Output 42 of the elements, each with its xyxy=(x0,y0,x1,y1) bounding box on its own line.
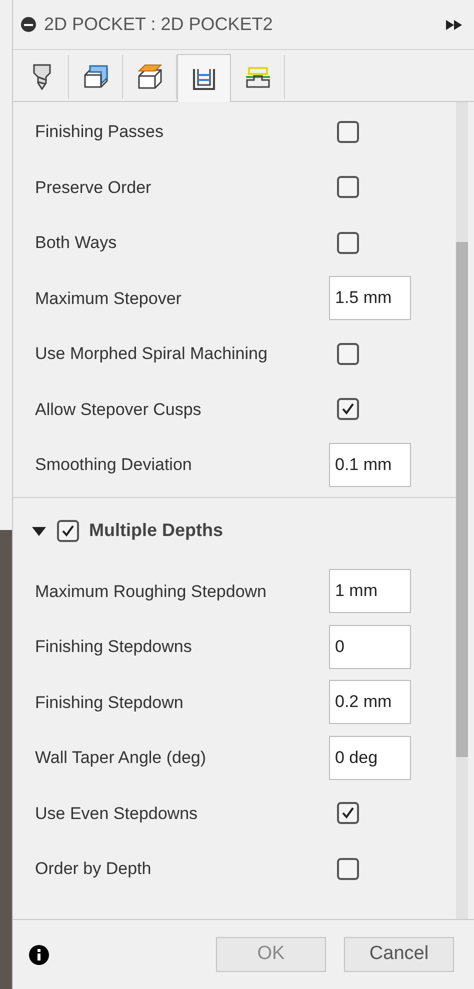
linking-icon xyxy=(244,64,272,90)
checkbox[interactable] xyxy=(337,398,359,420)
field-label: Use Morphed Spiral Machining xyxy=(35,343,268,365)
input-field[interactable]: 1.5 mm xyxy=(329,276,411,320)
cube-icon xyxy=(82,63,110,91)
checkbox[interactable] xyxy=(337,802,359,824)
fast-forward-icon[interactable] xyxy=(446,20,462,30)
field-label: Wall Taper Angle (deg) xyxy=(35,747,208,769)
field-label: Finishing Stepdowns xyxy=(35,636,193,658)
input-field[interactable]: 0.1 mm xyxy=(329,442,411,487)
checkbox[interactable] xyxy=(337,232,359,254)
field-label: Maximum Roughing Stepdown xyxy=(35,580,268,602)
field-label: Order by Depth xyxy=(35,858,152,880)
checkbox[interactable] xyxy=(57,520,79,542)
checkbox[interactable] xyxy=(337,176,359,198)
field-label: Maximum Stepover xyxy=(35,288,182,310)
checkbox[interactable] xyxy=(337,342,359,365)
layered-block-icon xyxy=(136,63,164,91)
checkmark-icon xyxy=(341,402,355,416)
checkbox[interactable] xyxy=(337,858,359,880)
field-label: Finishing Stepdown xyxy=(35,692,184,714)
checkbox[interactable] xyxy=(337,120,359,143)
drill-bit-icon xyxy=(32,63,52,91)
input-field[interactable]: 0 deg xyxy=(329,736,411,780)
info-icon[interactable] xyxy=(29,944,49,964)
checkmark-icon xyxy=(61,524,75,538)
field-label: Allow Stepover Cusps xyxy=(35,398,202,420)
tab[interactable] xyxy=(177,54,231,102)
checkmark-icon xyxy=(341,806,355,820)
section-title: Multiple Depths xyxy=(89,519,223,542)
expand-triangle-icon[interactable] xyxy=(31,524,47,536)
scrollbar-thumb[interactable] xyxy=(456,242,468,757)
input-field[interactable]: 0.2 mm xyxy=(329,680,411,724)
cancel-button[interactable]: Cancel xyxy=(344,937,454,972)
input-field[interactable]: 1 mm xyxy=(329,569,411,614)
field-label: Finishing Passes xyxy=(35,121,165,143)
dialog-title: 2D POCKET : 2D POCKET2 xyxy=(44,13,274,36)
input-field[interactable]: 0 xyxy=(329,624,411,669)
field-label: Preserve Order xyxy=(35,176,152,198)
field-label: Both Ways xyxy=(35,232,118,254)
field-label: Smoothing Deviation xyxy=(35,454,193,476)
field-label: Use Even Stepdowns xyxy=(35,802,199,824)
